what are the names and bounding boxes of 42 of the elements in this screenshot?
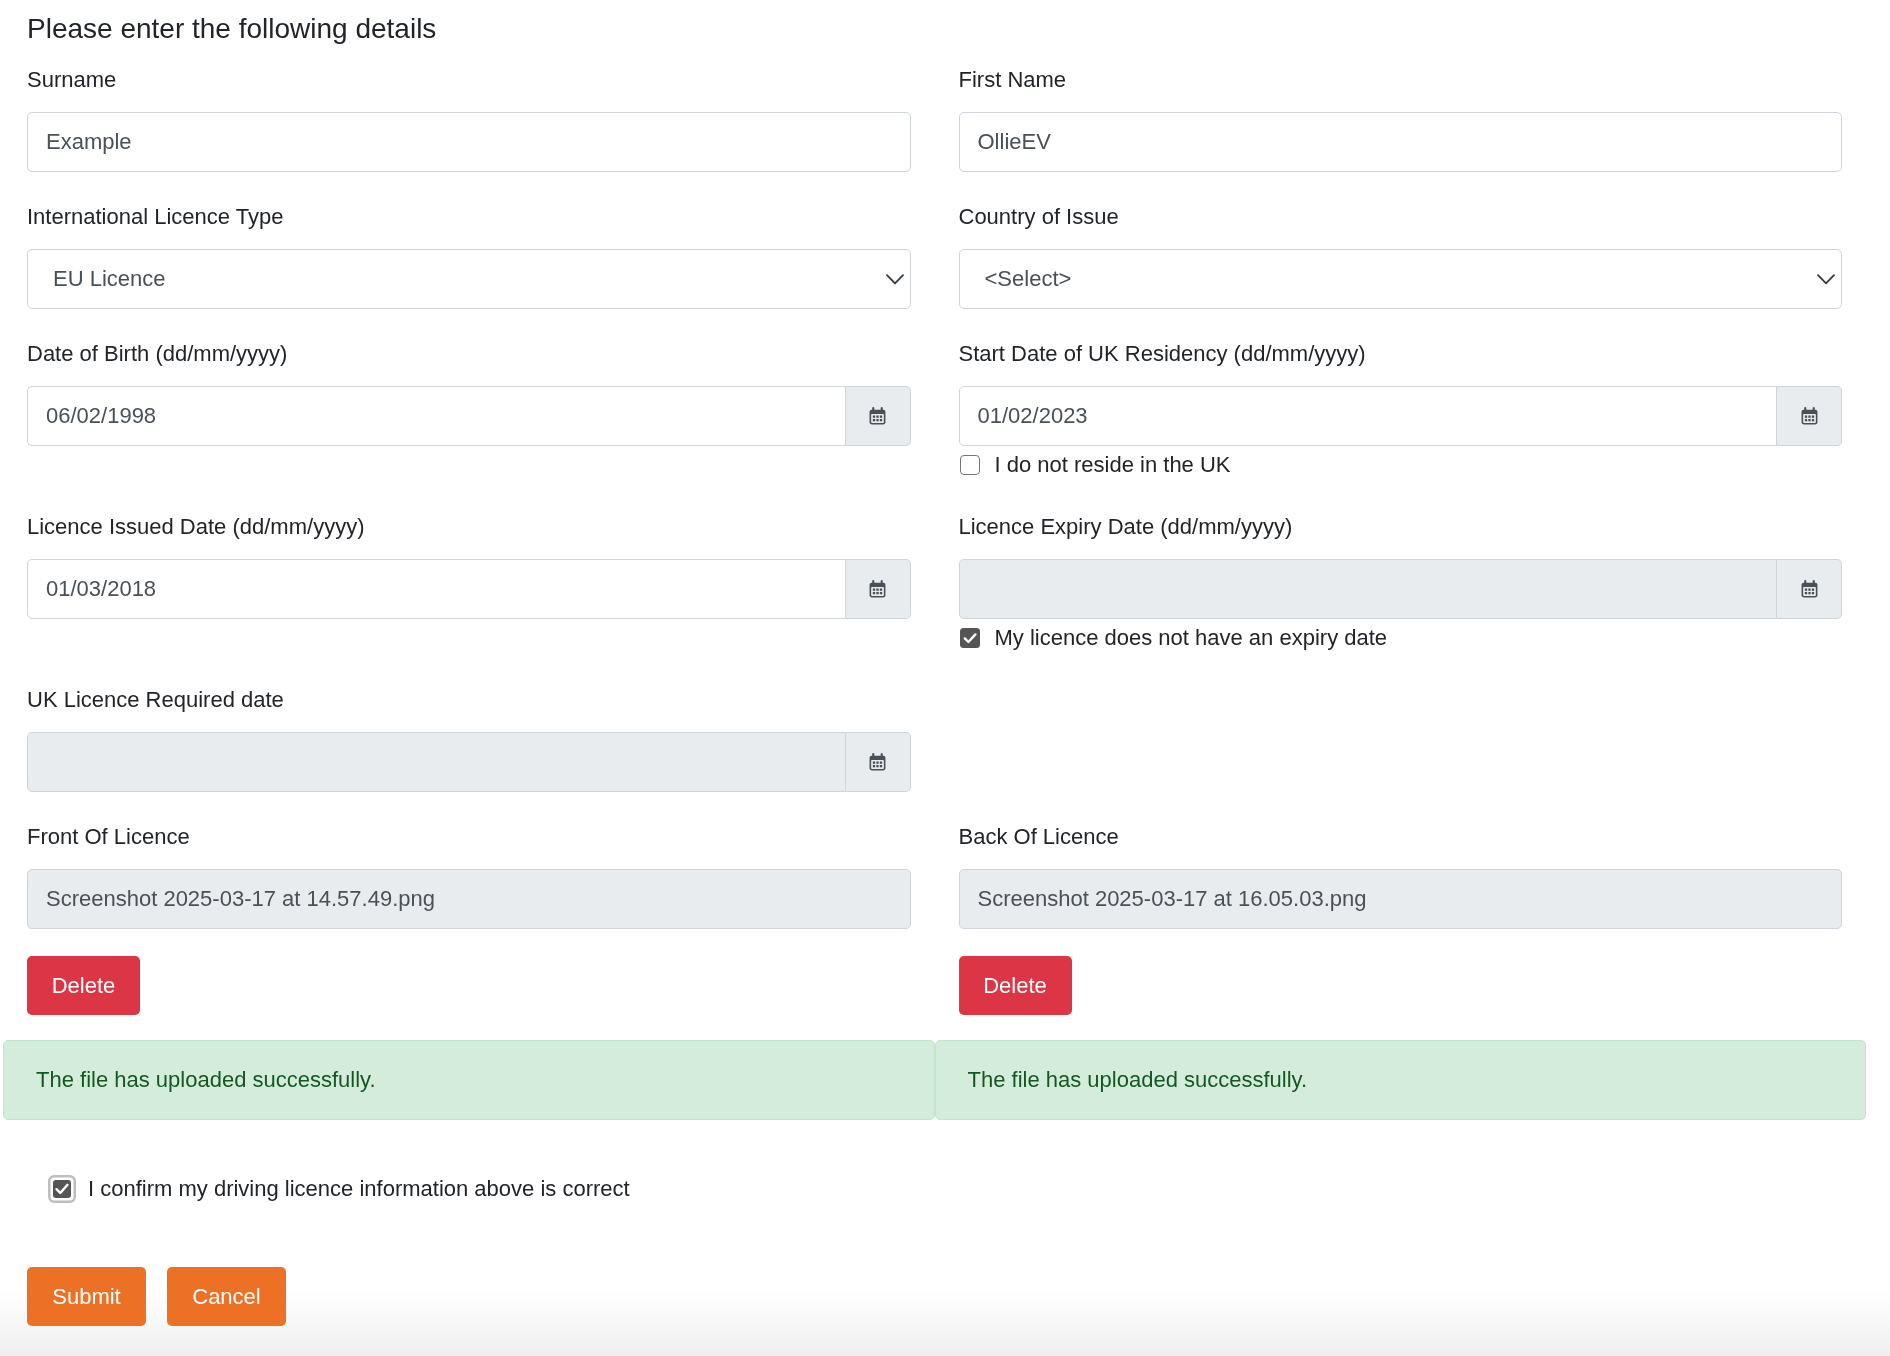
checkbox-label: I do not reside in the UK (994, 451, 1231, 479)
field-label: Start Date of UK Residency (dd/mm/yyyy) (958, 340, 1366, 368)
chevron-down-icon (1817, 273, 1835, 285)
checkbox-label: I confirm my driving licence information above is correct (88, 1175, 630, 1203)
date-field[interactable]: 01/02/2023 (958, 386, 1777, 446)
calendar-button[interactable] (1777, 386, 1842, 446)
date-field[interactable]: 01/03/2018 (27, 559, 846, 619)
text-field[interactable]: OllieEV (958, 112, 1842, 172)
field-label: UK Licence Required date (27, 686, 284, 714)
field-label: Date of Birth (dd/mm/yyyy) (27, 340, 288, 368)
success-alert: The file has uploaded successfully. (3, 1040, 935, 1120)
calendar-icon (869, 753, 886, 771)
field-label: Surname (27, 66, 117, 94)
date-field[interactable]: 06/02/1998 (27, 386, 846, 446)
field-label: First Name (958, 66, 1067, 94)
field-label: Licence Expiry Date (dd/mm/yyyy) (958, 513, 1293, 541)
calendar-button[interactable] (1777, 559, 1842, 619)
form-heading: Please enter the following details (27, 12, 437, 46)
file-field[interactable]: Screenshot 2025-03-17 at 16.05.03.png (958, 869, 1842, 929)
calendar-icon (1800, 580, 1818, 598)
checkbox[interactable] (48, 1175, 76, 1203)
success-alert: The file has uploaded successfully. (934, 1040, 1866, 1120)
chevron-down-icon (885, 273, 904, 285)
calendar-button[interactable] (845, 559, 911, 619)
calendar-icon (869, 407, 886, 425)
checkbox-label: My licence does not have an expiry date (994, 624, 1388, 652)
file-field[interactable]: Screenshot 2025-03-17 at 14.57.49.png (27, 869, 911, 929)
dropdown[interactable]: <Select> (958, 249, 1842, 309)
delete-button[interactable]: Delete (958, 956, 1072, 1015)
field-label: International Licence Type (27, 203, 284, 231)
delete-button[interactable]: Delete (27, 956, 140, 1015)
calendar-icon (869, 580, 886, 598)
field-label: Back Of Licence (958, 823, 1119, 851)
field-label: Country of Issue (958, 203, 1119, 231)
calendar-button[interactable] (845, 386, 911, 446)
dropdown[interactable]: EU Licence (27, 249, 911, 309)
text-field[interactable]: Example (27, 112, 911, 172)
checkbox[interactable] (959, 455, 980, 475)
calendar-button[interactable] (845, 732, 911, 792)
calendar-icon (1800, 407, 1818, 425)
field-label: Front Of Licence (27, 823, 190, 851)
field-label: Licence Issued Date (dd/mm/yyyy) (27, 513, 365, 541)
